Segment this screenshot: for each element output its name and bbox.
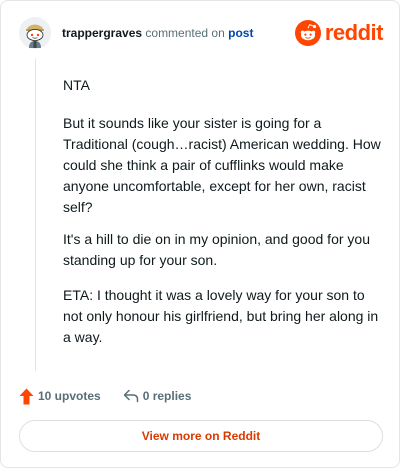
reply-button[interactable]: 0 replies bbox=[123, 389, 192, 403]
comment-paragraph: NTA bbox=[63, 77, 90, 93]
comment-paragraph: ETA: I thought it was a lovely way for y… bbox=[63, 287, 379, 345]
reddit-logo-icon bbox=[294, 20, 321, 46]
snoo-avatar-icon bbox=[19, 17, 51, 49]
thread-line bbox=[35, 58, 36, 371]
reddit-wordmark: reddit bbox=[324, 20, 384, 45]
reply-arrow-icon bbox=[123, 389, 138, 403]
comment-actions: 10 upvotes 0 replies bbox=[19, 385, 191, 407]
embedded-comment-card: trappergraves commented on post reddit N… bbox=[0, 0, 400, 468]
post-link[interactable]: post bbox=[228, 26, 253, 40]
user-avatar[interactable] bbox=[19, 17, 51, 49]
comment-header: trappergraves commented on post reddit bbox=[19, 17, 384, 49]
comment-byline: trappergraves commented on post bbox=[62, 26, 253, 40]
reddit-brand[interactable]: reddit bbox=[294, 19, 384, 47]
reply-count: 0 replies bbox=[142, 389, 192, 403]
upvote-arrow-icon bbox=[19, 388, 34, 404]
comment-paragraph: It's a hill to die on in my opinion, and… bbox=[63, 231, 370, 268]
username-link[interactable]: trappergraves bbox=[62, 26, 142, 40]
comment-paragraph: But it sounds like your sister is going … bbox=[63, 115, 381, 215]
commented-on-text: commented on bbox=[145, 26, 225, 40]
upvote-button[interactable]: 10 upvotes bbox=[19, 388, 101, 405]
upvote-count: 10 upvotes bbox=[38, 389, 101, 403]
view-more-button[interactable]: View more on Reddit bbox=[19, 420, 383, 452]
